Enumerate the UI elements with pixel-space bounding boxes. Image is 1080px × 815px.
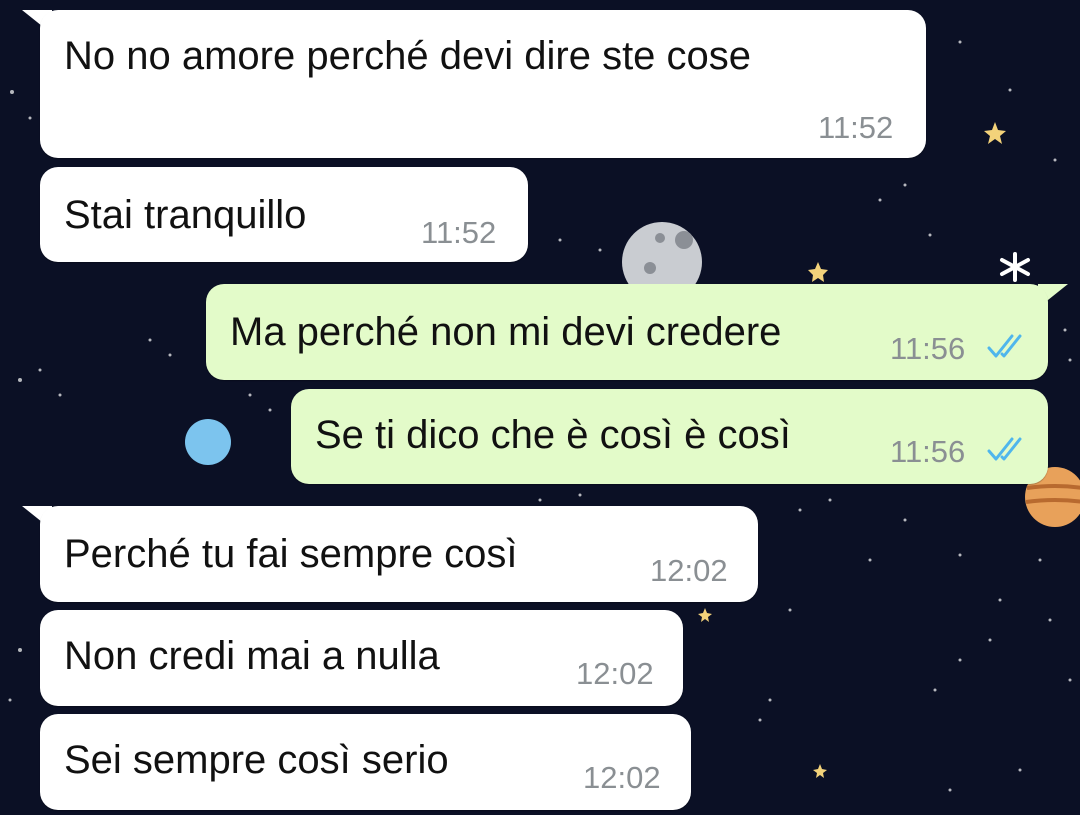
message-timestamp: 12:02 — [583, 760, 661, 795]
double-check-icon — [987, 437, 1022, 461]
message-text: Sei sempre così serio — [64, 738, 449, 782]
message-timestamp: 11:52 — [421, 215, 497, 250]
message-bubble-incoming[interactable]: No no amore perché devi dire ste cose 11… — [40, 10, 926, 158]
message-bubble-incoming[interactable]: Stai tranquillo 11:52 — [40, 167, 528, 262]
message-text: Non credi mai a nulla — [64, 634, 440, 678]
message-bubble-outgoing[interactable]: Ma perché non mi devi credere 11:56 — [206, 284, 1048, 380]
message-timestamp: 12:02 — [576, 656, 654, 691]
message-text: No no amore perché devi dire ste cose — [64, 34, 752, 78]
message-bubble-incoming[interactable]: Sei sempre così serio 12:02 — [40, 714, 691, 810]
message-text: Se ti dico che è così è così — [315, 413, 791, 457]
message-text: Stai tranquillo — [64, 193, 307, 237]
message-timestamp: 11:56 — [890, 331, 966, 366]
message-timestamp: 12:02 — [650, 553, 728, 588]
message-bubble-incoming[interactable]: Perché tu fai sempre così 12:02 — [40, 506, 758, 602]
message-bubble-outgoing[interactable]: Se ti dico che è così è così 11:56 — [291, 389, 1048, 484]
message-timestamp: 11:52 — [818, 110, 894, 145]
message-timestamp: 11:56 — [890, 434, 966, 469]
double-check-icon — [987, 334, 1022, 358]
message-text: Ma perché non mi devi credere — [230, 310, 782, 354]
message-bubble-incoming[interactable]: Non credi mai a nulla 12:02 — [40, 610, 683, 706]
message-text: Perché tu fai sempre così — [64, 532, 518, 576]
